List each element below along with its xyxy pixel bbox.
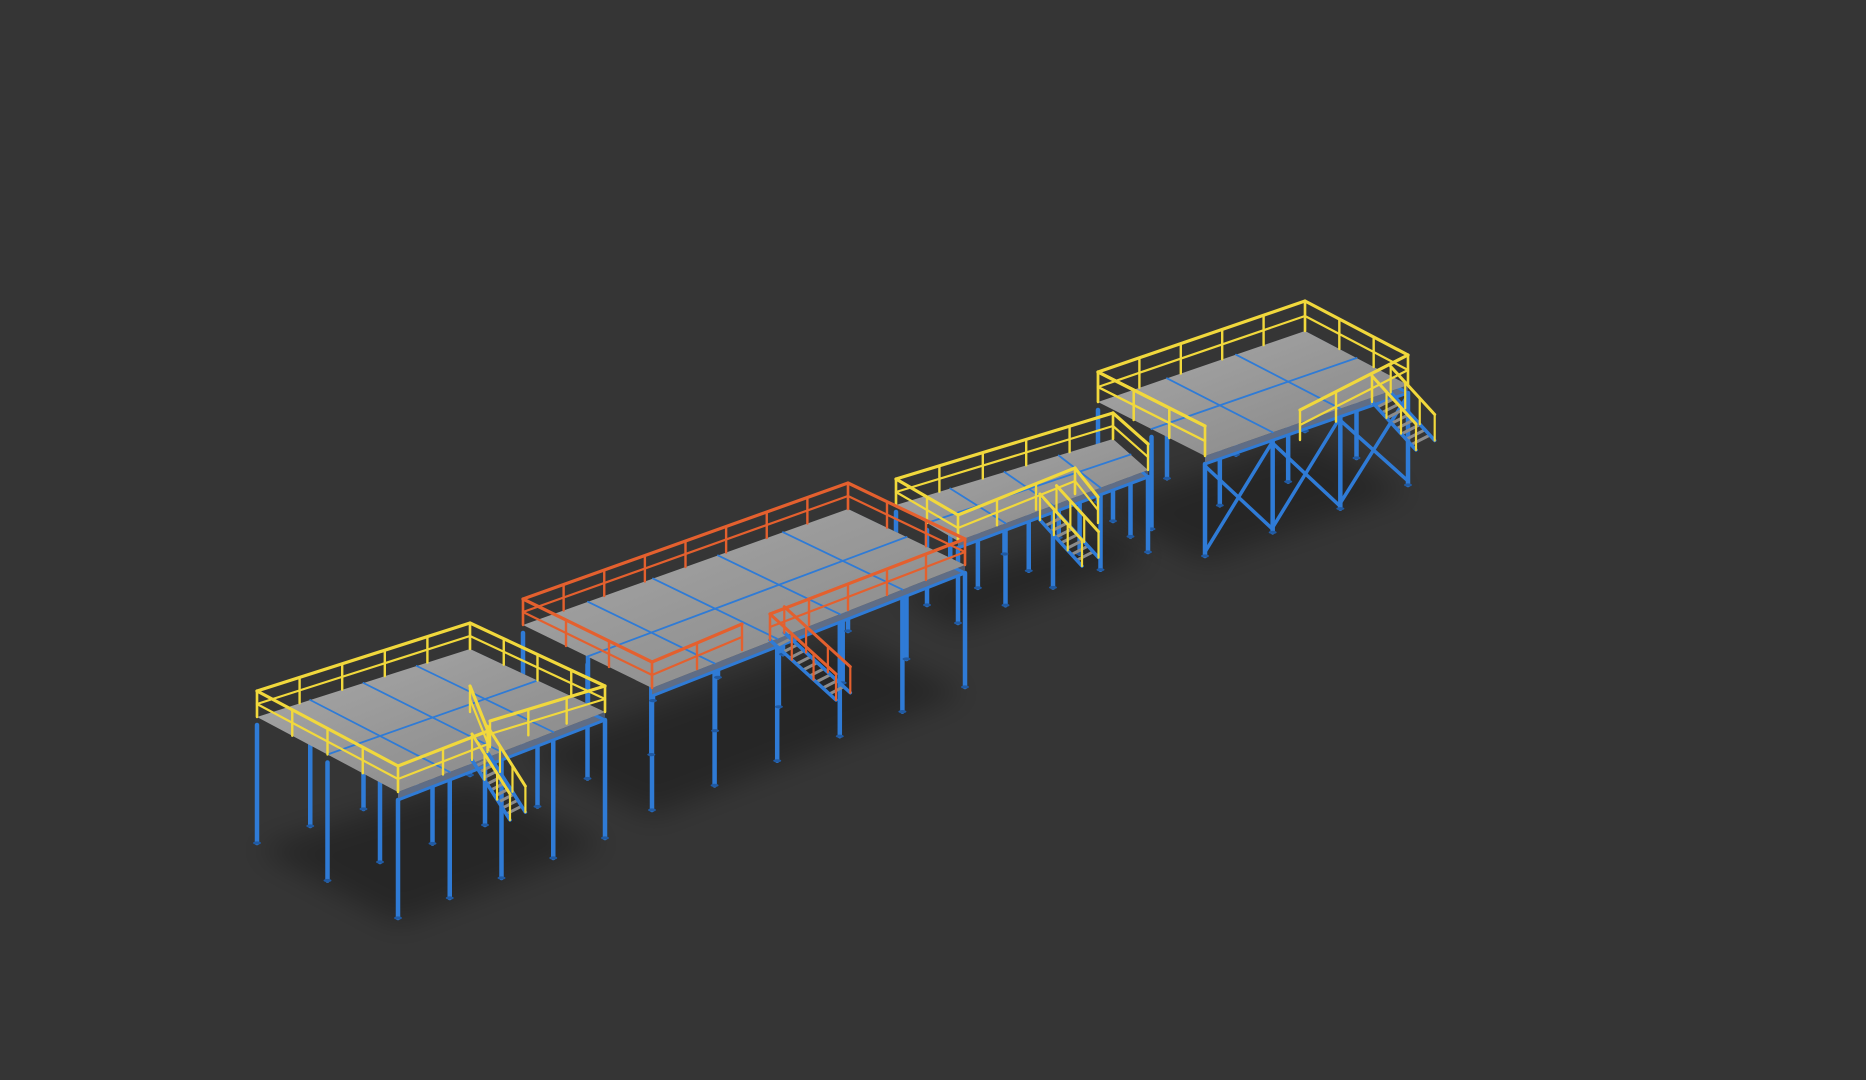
- column-foot: [1144, 550, 1152, 554]
- column-foot: [1163, 476, 1171, 480]
- column-foot: [923, 603, 931, 607]
- column-foot: [376, 860, 384, 864]
- column-foot: [1284, 480, 1293, 484]
- column-foot: [1109, 519, 1117, 523]
- column-foot: [774, 705, 783, 709]
- platform-1: [253, 621, 609, 924]
- column-foot: [835, 734, 844, 738]
- column-foot: [549, 856, 558, 860]
- column-foot: [954, 621, 962, 625]
- stair-tread: [781, 643, 799, 654]
- column-foot: [773, 759, 782, 763]
- column-foot: [973, 586, 982, 590]
- column-foot: [649, 699, 657, 703]
- platform-4: [1094, 299, 1437, 562]
- column-foot: [481, 823, 489, 827]
- column-foot: [1268, 530, 1277, 534]
- column-foot: [533, 804, 542, 809]
- column-foot: [253, 841, 261, 845]
- mezzanine-render-scene: [253, 299, 1437, 924]
- column-foot: [961, 685, 969, 689]
- platform-ground-shadow: [1098, 437, 1408, 562]
- column-foot: [711, 729, 720, 733]
- column-foot: [601, 836, 609, 840]
- column-foot: [497, 876, 506, 880]
- column-foot: [428, 841, 437, 846]
- column-foot: [394, 916, 402, 920]
- column-foot: [1001, 603, 1010, 607]
- column-foot: [710, 783, 719, 788]
- stair-stringer: [1388, 390, 1437, 443]
- column-foot: [647, 753, 656, 757]
- column-foot: [1404, 483, 1412, 487]
- column-foot: [1336, 507, 1345, 511]
- column-foot: [844, 629, 852, 633]
- column-foot: [902, 657, 911, 661]
- column-foot: [714, 675, 722, 680]
- column-foot: [1352, 456, 1361, 460]
- column-foot: [323, 878, 332, 883]
- column-foot: [1024, 569, 1033, 573]
- column-foot: [1201, 554, 1209, 558]
- column-foot: [583, 776, 592, 781]
- column-foot: [1096, 568, 1105, 572]
- platform-2: [519, 481, 969, 816]
- column-foot: [1126, 534, 1135, 539]
- column-foot: [648, 808, 656, 812]
- column-foot: [306, 824, 315, 828]
- column-foot: [445, 896, 454, 900]
- column-foot: [1215, 503, 1224, 507]
- column-foot: [898, 710, 907, 714]
- column-foot: [1049, 585, 1057, 590]
- column-foot: [359, 807, 368, 811]
- column-foot: [1000, 552, 1009, 556]
